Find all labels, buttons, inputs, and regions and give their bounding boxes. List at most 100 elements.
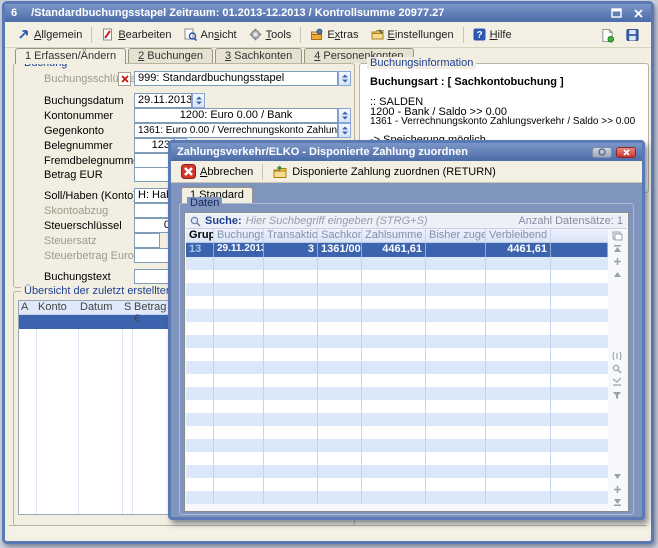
table-cell bbox=[486, 257, 551, 270]
table-row[interactable] bbox=[186, 283, 608, 296]
main-titlebar: 6 /Standardbuchungsstapel Zeitraum: 01.2… bbox=[5, 4, 651, 22]
edit-document-icon bbox=[101, 28, 114, 41]
column-header[interactable]: Gruppe bbox=[186, 229, 214, 242]
table-cell bbox=[186, 465, 214, 478]
kontonummer-combo[interactable]: 1200: Euro 0.00 / Bank bbox=[134, 108, 338, 123]
tab-erfassen-aendern[interactable]: 1 Erfassen/Ändern bbox=[15, 48, 126, 64]
menu-tools[interactable]: Tools bbox=[243, 26, 298, 43]
column-header[interactable]: Verbleibend € bbox=[486, 229, 551, 242]
column-header[interactable]: A bbox=[19, 301, 36, 314]
table-cell bbox=[318, 465, 362, 478]
table-row[interactable] bbox=[186, 296, 608, 309]
add-row-bottom-icon[interactable] bbox=[608, 483, 626, 496]
column-header[interactable]: Konto bbox=[36, 301, 78, 314]
column-header[interactable]: Sachkonto bbox=[318, 229, 362, 242]
table-row[interactable] bbox=[186, 413, 608, 426]
restore-icon[interactable] bbox=[609, 7, 623, 20]
search-row-icon[interactable] bbox=[608, 363, 626, 376]
table-row[interactable] bbox=[186, 426, 608, 439]
search-bar[interactable]: Suche: Hier Suchbegriff eingeben (STRG+S… bbox=[186, 214, 627, 229]
field-label: Steuersatz bbox=[44, 235, 97, 247]
table-cell bbox=[264, 270, 318, 283]
table-cell bbox=[362, 335, 426, 348]
gegenkonto-combo[interactable]: 1361: Euro 0.00 / Verrechnungskonto Zahl… bbox=[134, 123, 338, 138]
menu-ansicht[interactable]: Ansicht bbox=[178, 26, 243, 43]
table-cell bbox=[551, 335, 608, 348]
dialog-minimize-icon[interactable] bbox=[592, 147, 612, 158]
new-document-button[interactable] bbox=[595, 26, 620, 43]
view-magnifier-icon bbox=[184, 28, 197, 41]
table-cell bbox=[551, 296, 608, 309]
menubar: Allgemein Bearbeiten Ansicht Tools bbox=[5, 22, 651, 48]
column-header[interactable]: Zahlsumme € bbox=[362, 229, 426, 242]
column-header[interactable]: S bbox=[122, 301, 132, 314]
assign-button[interactable]: Disponierte Zahlung zuordnen (RETURN) bbox=[266, 164, 502, 180]
table-cell bbox=[486, 348, 551, 361]
cancel-button[interactable]: Abbrechen bbox=[175, 163, 259, 180]
window-number: 6 bbox=[11, 7, 17, 19]
sum-icon[interactable] bbox=[608, 376, 626, 389]
table-row[interactable] bbox=[186, 387, 608, 400]
buchungsschluessel-combo[interactable]: 999: Standardbuchungsstapel bbox=[134, 71, 338, 86]
table-cell bbox=[426, 400, 486, 413]
table-cell bbox=[214, 374, 264, 387]
field-label: Betrag EUR bbox=[44, 169, 103, 181]
table-cell bbox=[264, 452, 318, 465]
scroll-top-icon[interactable] bbox=[608, 242, 626, 255]
clear-button[interactable] bbox=[118, 72, 131, 86]
columns-icon[interactable] bbox=[608, 350, 626, 363]
selected-table-row[interactable]: 13 29.11.2013 /Fr 3 1361/000 4461,61 446… bbox=[186, 243, 608, 257]
table-cell bbox=[214, 361, 264, 374]
menu-allgemein[interactable]: Allgemein bbox=[11, 26, 88, 43]
table-cell bbox=[362, 309, 426, 322]
menu-einstellungen[interactable]: Einstellungen bbox=[365, 26, 460, 43]
table-row[interactable] bbox=[186, 361, 608, 374]
filter-icon[interactable] bbox=[608, 389, 626, 402]
dropdown-icon[interactable] bbox=[338, 71, 351, 86]
buchungsdatum-field[interactable]: 29.11.2013 /Fr bbox=[134, 93, 192, 108]
table-row[interactable] bbox=[186, 374, 608, 387]
steuersatz-field[interactable] bbox=[134, 233, 160, 248]
table-row[interactable] bbox=[186, 335, 608, 348]
table-row[interactable] bbox=[186, 465, 608, 478]
table-row[interactable] bbox=[186, 257, 608, 270]
table-cell bbox=[486, 361, 551, 374]
dialog-empty-rows bbox=[186, 257, 608, 504]
field-label: Buchungsdatum bbox=[44, 95, 124, 107]
table-row[interactable] bbox=[186, 452, 608, 465]
table-row[interactable] bbox=[186, 270, 608, 283]
add-row-icon[interactable] bbox=[608, 255, 626, 268]
column-chooser-icon[interactable] bbox=[608, 229, 626, 242]
search-input[interactable]: Hier Suchbegriff eingeben (STRG+S) bbox=[246, 215, 515, 227]
table-row[interactable] bbox=[186, 400, 608, 413]
table-cell bbox=[318, 335, 362, 348]
menu-hilfe[interactable]: ? Hilfe bbox=[467, 26, 518, 43]
table-cell bbox=[186, 335, 214, 348]
table-cell bbox=[426, 465, 486, 478]
dialog-close-icon[interactable] bbox=[616, 147, 636, 158]
dropdown-icon[interactable] bbox=[338, 108, 351, 123]
table-row[interactable] bbox=[186, 491, 608, 504]
tab-sachkonten[interactable]: 3 Sachkonten bbox=[215, 48, 302, 63]
scroll-bottom-icon[interactable] bbox=[608, 496, 626, 509]
spinner-icon[interactable] bbox=[192, 93, 205, 108]
scroll-up-icon[interactable] bbox=[608, 268, 626, 281]
table-row[interactable] bbox=[186, 322, 608, 335]
tab-buchungen[interactable]: 2 Buchungen bbox=[128, 48, 213, 63]
table-row[interactable] bbox=[186, 309, 608, 322]
table-row[interactable] bbox=[186, 478, 608, 491]
column-header[interactable]: Datum bbox=[78, 301, 122, 314]
dropdown-icon[interactable] bbox=[338, 123, 351, 138]
column-header[interactable]: Bisher zugeordnet bbox=[426, 229, 486, 242]
scroll-down-icon[interactable] bbox=[608, 470, 626, 483]
save-button[interactable] bbox=[620, 26, 645, 43]
table-cell bbox=[214, 413, 264, 426]
table-cell bbox=[264, 387, 318, 400]
close-icon[interactable] bbox=[631, 7, 645, 20]
column-header[interactable]: Transaktion bbox=[264, 229, 318, 242]
menu-extras[interactable]: Extras bbox=[304, 26, 364, 43]
column-header[interactable]: Buchungsdatum bbox=[214, 229, 264, 242]
table-row[interactable] bbox=[186, 348, 608, 361]
menu-bearbeiten[interactable]: Bearbeiten bbox=[95, 26, 177, 43]
table-row[interactable] bbox=[186, 439, 608, 452]
